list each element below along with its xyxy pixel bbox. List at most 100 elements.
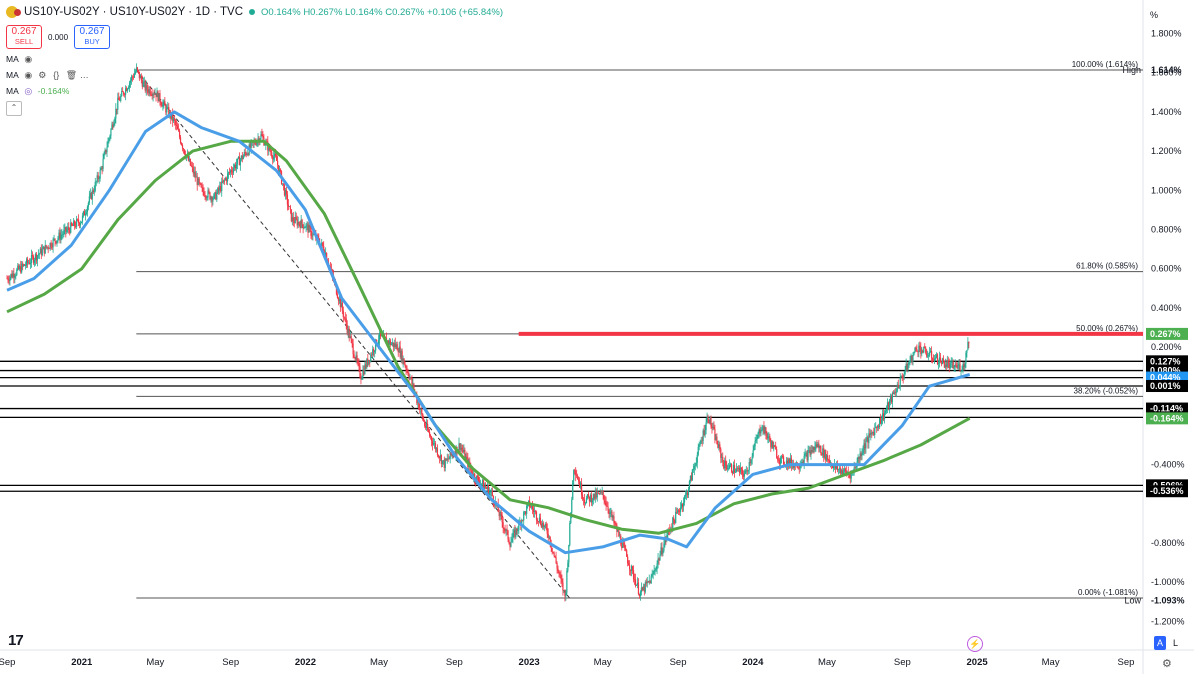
delete-icon[interactable]: 🗑	[66, 70, 77, 80]
candle-body	[94, 182, 96, 191]
x-tick-label: Sep	[670, 657, 687, 668]
more-icon[interactable]: …	[80, 70, 89, 80]
candle-body	[716, 436, 718, 444]
candle-body	[908, 362, 910, 365]
buy-button[interactable]: 0.267 BUY	[74, 25, 111, 49]
candle-body	[176, 124, 178, 126]
candle-body	[310, 227, 312, 236]
settings-icon[interactable]: ⚙	[38, 70, 47, 80]
candle-body	[628, 563, 630, 566]
candle-body	[891, 392, 893, 403]
candle-body	[916, 349, 918, 351]
candle-body	[466, 456, 468, 458]
candle-body	[322, 242, 324, 247]
indicator-row-ma-2[interactable]: MA ◉ ⚙ {} 🗑 …	[6, 70, 94, 80]
candle-body	[213, 194, 215, 199]
candle-body	[411, 377, 413, 385]
candle-body	[650, 576, 652, 584]
auto-scale-button[interactable]: A	[1154, 636, 1166, 650]
candle-body	[637, 582, 640, 595]
candle-body	[502, 522, 504, 529]
candle-body	[436, 448, 439, 456]
eye-icon[interactable]: ◉	[24, 54, 33, 64]
candle-body	[396, 344, 398, 351]
lightning-icon[interactable]: ⚡	[967, 636, 983, 652]
candle-body	[754, 441, 756, 447]
candle-body	[216, 192, 218, 200]
x-tick-label: Sep	[894, 657, 911, 668]
candle-body	[652, 573, 654, 575]
candle-body	[861, 453, 863, 457]
candle-body	[110, 129, 112, 136]
candle-body	[623, 542, 625, 545]
candle-body	[868, 433, 870, 443]
candle-body	[273, 156, 275, 160]
eye-icon[interactable]: ◉	[24, 70, 33, 80]
x-tick-label: May	[1042, 657, 1060, 668]
axis-unit-label[interactable]: %	[1150, 10, 1158, 20]
indicator-label: MA	[6, 86, 19, 96]
source-code-icon[interactable]: {}	[52, 70, 61, 80]
candle-body	[250, 141, 252, 149]
x-tick-label: 2024	[742, 657, 764, 668]
indicator-row-ma-3[interactable]: MA ◎ -0.164%	[6, 86, 69, 96]
collapse-legend-button[interactable]: ⌃	[6, 101, 22, 116]
candle-body	[782, 456, 785, 465]
candle-body	[63, 229, 65, 235]
eye-icon[interactable]: ◎	[24, 86, 33, 96]
candle-body	[687, 489, 690, 496]
candle-body	[301, 219, 303, 225]
candle-body	[776, 449, 778, 459]
candle-body	[655, 569, 657, 571]
gear-icon[interactable]: ⚙	[1162, 657, 1172, 670]
candle-body	[582, 498, 585, 500]
candle-body	[965, 352, 967, 364]
candle-body	[86, 206, 89, 213]
candle-body	[558, 570, 560, 574]
candle-body	[573, 470, 575, 481]
y-tick-label: 1.000%	[1151, 185, 1182, 195]
x-tick-label: 2025	[967, 657, 989, 668]
candle-body	[939, 357, 942, 363]
candle-body	[127, 87, 130, 89]
candle-body	[48, 248, 50, 250]
ohlc-open: O0.164%	[261, 6, 301, 18]
candle-body	[881, 420, 883, 424]
candle-body	[692, 469, 694, 470]
symbol-title[interactable]: US10Y-US02Y · US10Y-US02Y · 1D · TVC	[24, 6, 243, 18]
candle-body	[208, 190, 210, 193]
buy-label: BUY	[84, 37, 100, 46]
price-chart[interactable]: 100.00% (1.614%)61.80% (0.585%)50.00% (0…	[0, 0, 1194, 674]
y-tick-label: -0.400%	[1151, 460, 1185, 470]
candle-body	[553, 552, 555, 556]
candle-body	[103, 153, 105, 159]
candle-body	[884, 410, 887, 413]
candle-body	[804, 453, 806, 457]
candle-body	[244, 152, 246, 154]
indicator-label: MA	[6, 70, 19, 80]
sell-button[interactable]: 0.267 SELL	[6, 25, 42, 49]
candle-body	[57, 238, 59, 241]
candle-body	[913, 351, 915, 355]
spread-value: 0.000	[48, 32, 69, 42]
candle-body	[179, 137, 182, 144]
log-scale-button[interactable]: L	[1173, 636, 1178, 650]
candle-body	[421, 409, 423, 414]
candle-body	[356, 355, 358, 362]
candle-body	[898, 386, 900, 388]
sell-price: 0.267	[11, 26, 37, 37]
candle-body	[618, 530, 620, 537]
candle-body	[560, 574, 562, 580]
y-tick-label: 1.800%	[1151, 29, 1182, 39]
candle-body	[198, 178, 200, 183]
candle-body	[37, 254, 39, 256]
candle-body	[175, 120, 177, 125]
candle-body	[99, 169, 101, 179]
indicator-row-ma-1[interactable]: MA ◉	[6, 54, 38, 64]
candle-body	[559, 573, 561, 575]
candle-body	[448, 458, 450, 460]
candle-body	[68, 227, 70, 230]
candle-body	[166, 107, 168, 113]
candle-body	[931, 358, 934, 360]
candle-body	[694, 465, 696, 467]
